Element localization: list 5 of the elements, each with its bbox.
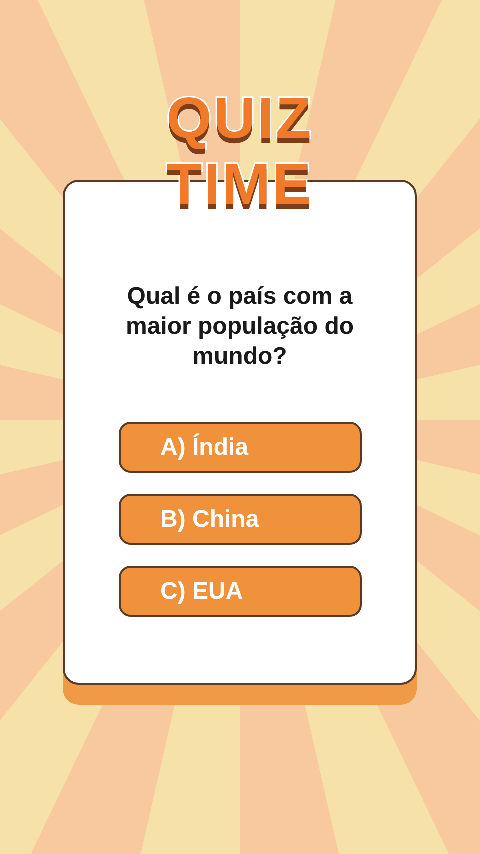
answer-button[interactable]: A) Índia: [118, 422, 362, 473]
answer-button[interactable]: B) China: [118, 494, 362, 545]
question-text: Qual é o país com a maior população do mundo?: [124, 282, 356, 372]
answer-button[interactable]: C) EUA: [118, 566, 362, 617]
logo-text: QUIZ: [166, 86, 314, 152]
